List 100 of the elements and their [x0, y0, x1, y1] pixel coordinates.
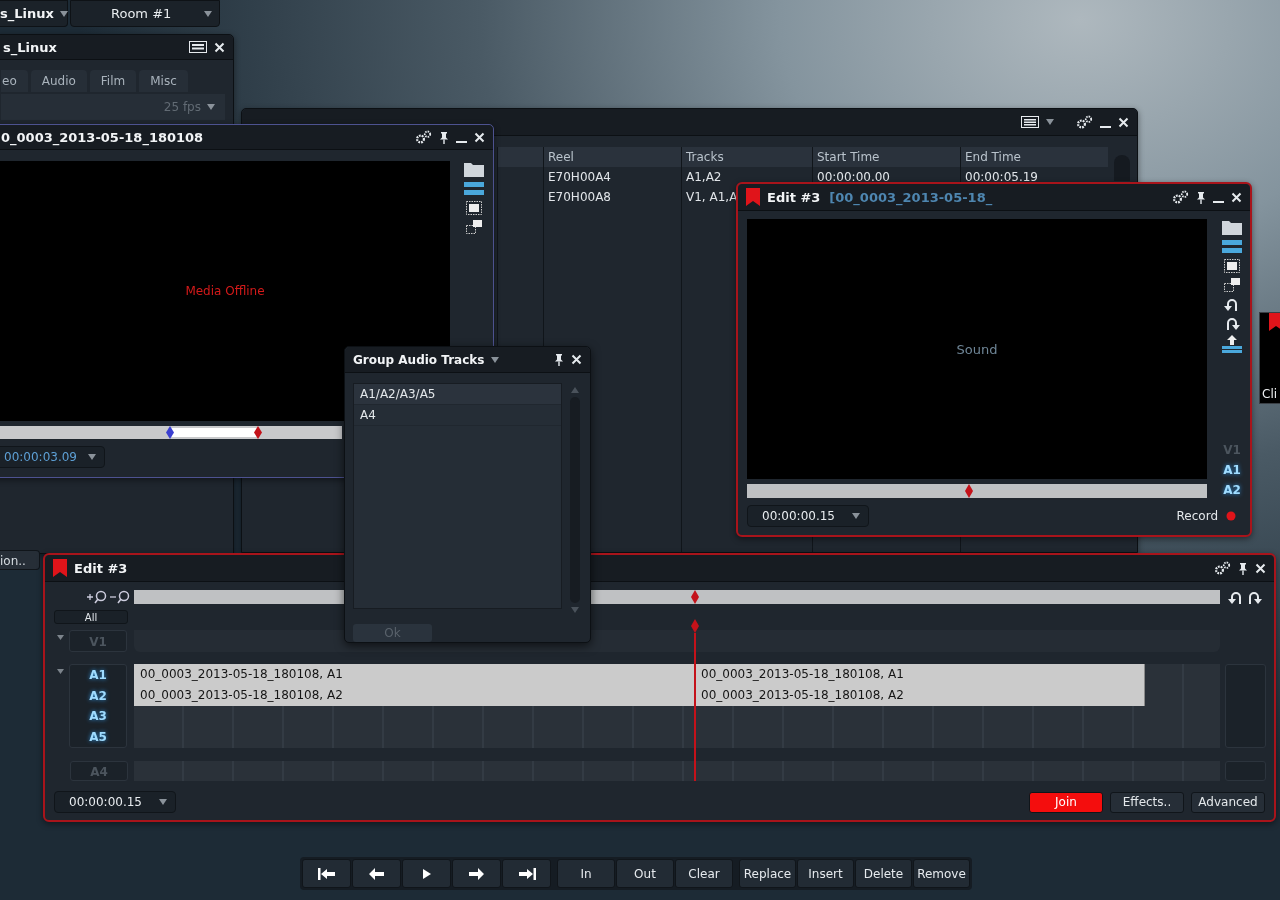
- tab[interactable]: eo: [1, 70, 28, 92]
- action-button[interactable]: Advanced: [1191, 791, 1265, 813]
- column-header[interactable]: Reel: [543, 147, 681, 167]
- playhead-marker-icon: [691, 619, 700, 633]
- all-tracks-button[interactable]: All: [54, 610, 128, 624]
- play-button[interactable]: [402, 859, 451, 888]
- tab[interactable]: Film: [89, 70, 137, 92]
- overlap-frames-icon[interactable]: [1224, 278, 1240, 292]
- upload-icon[interactable]: [1222, 335, 1242, 353]
- caret-icon[interactable]: [491, 356, 500, 363]
- audio-clip[interactable]: 00_0003_2013-05-18_180108, A2: [695, 685, 1145, 706]
- first-frame-button[interactable]: [302, 859, 351, 888]
- track-toggle[interactable]: A2: [1223, 482, 1241, 498]
- audio-clip[interactable]: 00_0003_2013-05-18_180108, A2: [134, 685, 695, 706]
- timecode-field[interactable]: 00:00:00.15: [54, 791, 176, 813]
- keyboard-icon[interactable]: [189, 41, 207, 53]
- track-toggle[interactable]: A1: [1223, 462, 1241, 478]
- settings-icon[interactable]: [415, 130, 432, 144]
- play-icon: [422, 868, 431, 879]
- list-icon[interactable]: [1021, 116, 1039, 128]
- collapse-triangle-icon[interactable]: [57, 635, 64, 640]
- track-toggle[interactable]: A5: [70, 726, 126, 747]
- audio-clip[interactable]: 00_0003_2013-05-18_180108, A1: [134, 664, 695, 685]
- pin-icon[interactable]: [439, 130, 449, 144]
- timecode-field[interactable]: 00:00:03.09: [0, 446, 105, 468]
- last-frame-button[interactable]: [502, 859, 551, 888]
- column-header[interactable]: End Time: [960, 147, 1108, 167]
- curved-arrow-left-icon[interactable]: [1224, 297, 1240, 311]
- mark-button[interactable]: Out: [616, 859, 674, 888]
- step-forward-button[interactable]: [452, 859, 501, 888]
- playhead[interactable]: [690, 619, 701, 781]
- frame-icon[interactable]: [1224, 259, 1240, 273]
- settings-icon[interactable]: [1214, 561, 1231, 575]
- close-icon[interactable]: [214, 41, 225, 53]
- panel-button[interactable]: ion..: [0, 550, 40, 570]
- tab[interactable]: Audio: [30, 70, 87, 92]
- collapse-triangle-icon[interactable]: [57, 669, 64, 674]
- track-toggle[interactable]: A2: [70, 685, 126, 706]
- pin-icon[interactable]: [1238, 561, 1248, 575]
- stacked-bars-icon[interactable]: [464, 182, 484, 196]
- mark-button[interactable]: Clear: [675, 859, 733, 888]
- bookmark-icon: [746, 188, 760, 206]
- window-title: Group Audio Tracks: [353, 352, 485, 367]
- tab[interactable]: Misc: [139, 70, 188, 92]
- playhead-thumb[interactable]: [691, 590, 700, 604]
- close-icon[interactable]: [571, 354, 582, 365]
- edit-button[interactable]: Insert: [797, 859, 854, 888]
- arrow-to-bar-right-icon: [517, 865, 536, 882]
- right-arrow-icon: [469, 865, 484, 882]
- playhead-thumb[interactable]: [965, 484, 974, 498]
- close-icon[interactable]: [1255, 562, 1266, 574]
- action-button[interactable]: Join: [1029, 791, 1103, 813]
- overlap-frames-icon[interactable]: [466, 220, 482, 234]
- caret-icon: [88, 454, 96, 460]
- frame-icon[interactable]: [466, 201, 482, 215]
- edit-button[interactable]: Replace: [739, 859, 796, 888]
- caret-icon[interactable]: [1046, 119, 1054, 125]
- scrollbar[interactable]: [1114, 155, 1130, 181]
- folder-icon[interactable]: [464, 161, 484, 177]
- list-item[interactable]: A4: [354, 405, 561, 426]
- scrub-bar[interactable]: [0, 426, 342, 439]
- folder-icon[interactable]: [1222, 219, 1242, 235]
- close-icon[interactable]: [1118, 116, 1129, 128]
- track-toggle[interactable]: A3: [70, 706, 126, 727]
- curved-arrow-left-icon[interactable]: [1228, 590, 1244, 604]
- curved-arrow-right-icon[interactable]: [1224, 316, 1240, 330]
- bookmark-icon: [53, 559, 67, 577]
- mark-button[interactable]: In: [557, 859, 615, 888]
- close-icon[interactable]: [1231, 191, 1242, 203]
- zoom-out-icon[interactable]: [110, 589, 131, 605]
- project-dropdown[interactable]: s_Linux: [0, 0, 68, 27]
- window-title: 0_0003_2013-05-18_180108: [1, 129, 204, 145]
- audio-clip[interactable]: 00_0003_2013-05-18_180108, A1: [695, 664, 1145, 685]
- bookmark-icon: [1269, 313, 1280, 331]
- arrow-to-bar-left-icon: [317, 865, 336, 882]
- zoom-in-icon[interactable]: [87, 589, 108, 605]
- pin-icon[interactable]: [1196, 190, 1206, 204]
- settings-icon[interactable]: [1076, 115, 1093, 129]
- action-button[interactable]: Effects..: [1110, 791, 1184, 813]
- list-item[interactable]: A1/A2/A3/A5: [354, 384, 561, 405]
- record-dot-icon[interactable]: [1226, 511, 1236, 521]
- step-back-button[interactable]: [352, 859, 401, 888]
- table-cell: E70H00A4: [543, 167, 681, 187]
- edit-button[interactable]: Remove: [913, 859, 970, 888]
- room-dropdown[interactable]: Room #1: [70, 0, 220, 27]
- curved-arrow-right-icon[interactable]: [1246, 590, 1262, 604]
- window-title: s_Linux: [3, 39, 57, 55]
- status-message: Sound: [956, 341, 998, 357]
- timecode-field[interactable]: 00:00:00.15: [747, 505, 869, 527]
- status-message: Media Offline: [185, 284, 265, 298]
- stacked-bars-icon[interactable]: [1222, 240, 1242, 254]
- caret-icon: [59, 10, 68, 17]
- edit-button[interactable]: Delete: [855, 859, 912, 888]
- column-header[interactable]: Tracks: [681, 147, 812, 167]
- pin-icon[interactable]: [554, 353, 564, 366]
- column-header[interactable]: Start Time: [812, 147, 960, 167]
- track-toggle[interactable]: A1: [70, 665, 126, 686]
- settings-icon[interactable]: [1172, 190, 1189, 204]
- close-icon[interactable]: [474, 131, 485, 143]
- in-out-range[interactable]: [166, 426, 262, 439]
